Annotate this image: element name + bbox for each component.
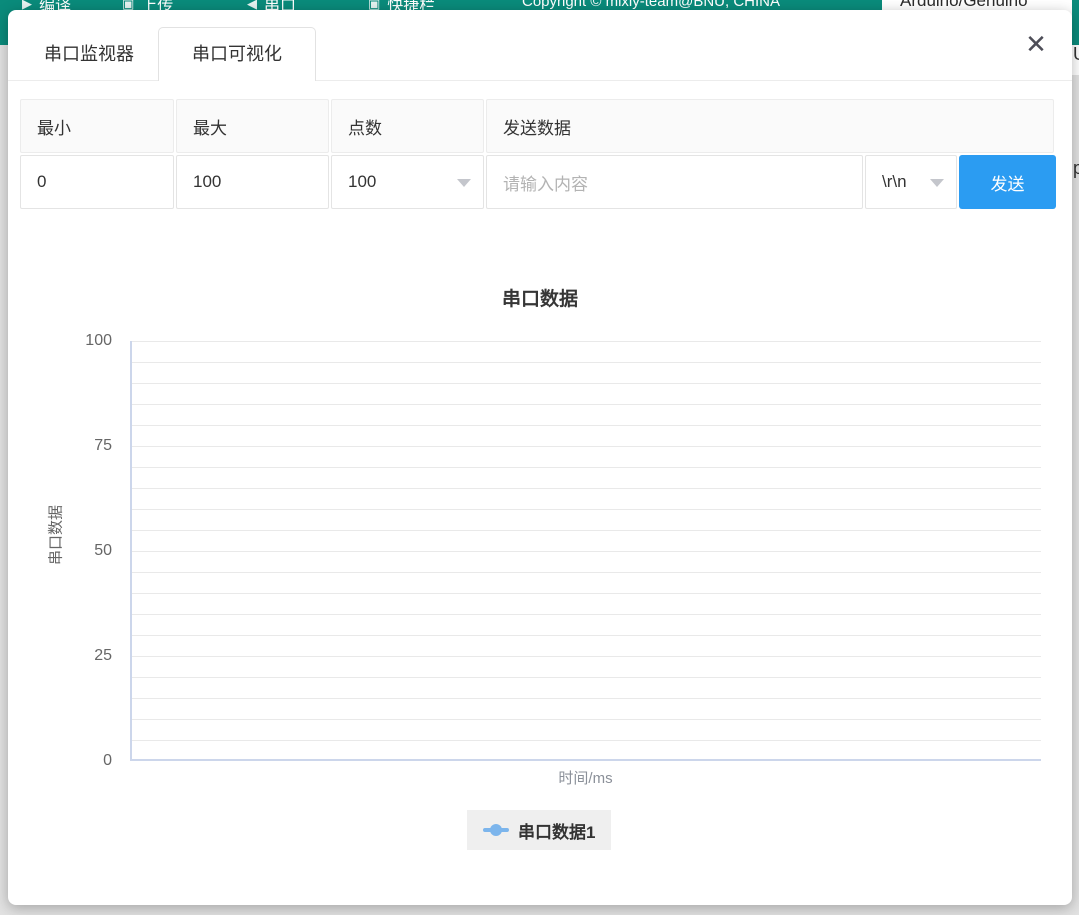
y-tick-label: 0 xyxy=(8,750,112,772)
points-select-value: 100 xyxy=(348,172,376,192)
serial-plot-form: 最小 最大 点数 发送数据 0 100 100 请输入内容 \r\n xyxy=(20,99,1060,209)
close-icon[interactable]: ✕ xyxy=(1018,26,1054,62)
header-send-data: 发送数据 xyxy=(486,99,1054,153)
x-axis-title: 时间/ms xyxy=(130,767,1041,788)
y-tick-label: 100 xyxy=(8,330,112,352)
send-content-placeholder: 请输入内容 xyxy=(503,170,588,195)
chart-title: 串口数据 xyxy=(8,284,1072,311)
line-series-marker-icon xyxy=(483,824,509,836)
background-edge-text-bottom: p xyxy=(1073,158,1079,179)
y-tick-label: 75 xyxy=(8,435,112,457)
header-min: 最小 xyxy=(20,99,174,153)
serial-dialog: 串口监视器 串口可视化 ✕ 最小 最大 点数 发送数据 0 100 100 请输… xyxy=(8,10,1072,905)
y-axis-title: 串口数据 xyxy=(45,505,66,565)
max-input[interactable]: 100 xyxy=(176,155,329,209)
form-input-row: 0 100 100 请输入内容 \r\n 发送 xyxy=(20,155,1060,209)
legend-label: 串口数据1 xyxy=(518,818,595,843)
points-select[interactable]: 100 xyxy=(331,155,484,209)
tab-serial-visualization[interactable]: 串口可视化 xyxy=(158,27,316,81)
header-max: 最大 xyxy=(176,99,329,153)
form-header-row: 最小 最大 点数 发送数据 xyxy=(20,99,1060,153)
copyright-text: Copyright © mixly-team@BNU, CHINA xyxy=(522,0,780,10)
send-content-input[interactable]: 请输入内容 xyxy=(486,155,863,209)
line-ending-select[interactable]: \r\n xyxy=(865,155,957,209)
chevron-down-icon xyxy=(457,179,471,187)
screen: ▶ 编译 ▣ 上传 ◀ 串口 ▣ 快捷栏 Copyright © mixly-t… xyxy=(0,0,1079,915)
header-points: 点数 xyxy=(331,99,484,153)
chevron-down-icon xyxy=(930,179,944,187)
background-edge-text-top: U xyxy=(1073,44,1079,65)
min-input[interactable]: 0 xyxy=(20,155,174,209)
tab-serial-monitor[interactable]: 串口监视器 xyxy=(20,27,158,81)
send-button[interactable]: 发送 xyxy=(959,155,1056,209)
plot-area xyxy=(130,341,1041,761)
line-ending-value: \r\n xyxy=(882,172,907,192)
legend-item-series1[interactable]: 串口数据1 xyxy=(467,810,611,850)
y-tick-label: 25 xyxy=(8,645,112,667)
